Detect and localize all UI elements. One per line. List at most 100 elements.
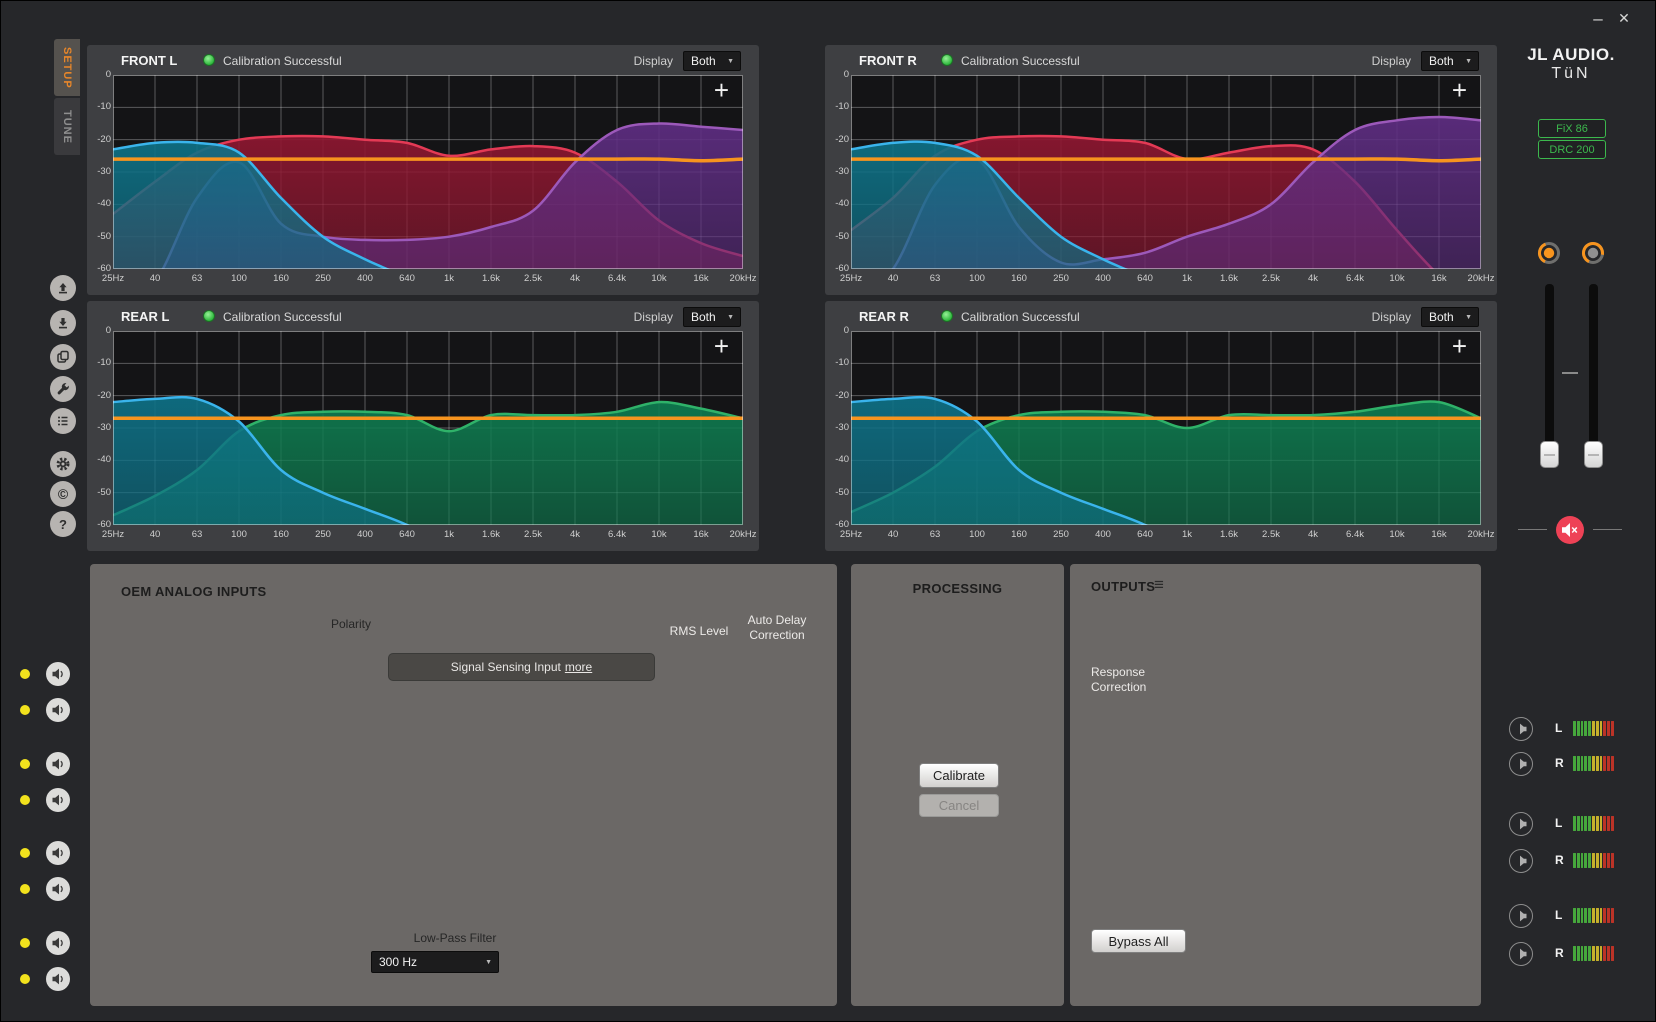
- output-monitor-speaker-icon-5[interactable]: [1509, 904, 1533, 928]
- output-monitor-speaker-icon-3[interactable]: [1509, 812, 1533, 836]
- series-target-line: [113, 159, 743, 161]
- signal-sensing-button[interactable]: Signal Sensing Input more: [388, 653, 655, 681]
- output-monitor-speaker-icon-1[interactable]: [1509, 717, 1533, 741]
- minimize-button[interactable]: –: [1587, 9, 1609, 29]
- x-axis-tick-label: 6.4k: [608, 529, 626, 540]
- x-axis-tick-label: 10k: [1389, 529, 1404, 540]
- x-axis-tick-label: 16k: [1431, 273, 1446, 284]
- input-7-monitor-speaker-icon[interactable]: [46, 931, 70, 955]
- input-3-monitor-speaker-icon[interactable]: [46, 752, 70, 776]
- x-axis-tick-label: 40: [150, 273, 161, 284]
- x-axis-tick-label: 4k: [1308, 529, 1318, 540]
- input-5-monitor-speaker-icon[interactable]: [46, 841, 70, 865]
- y-axis-tick-label: -10: [89, 101, 111, 112]
- input-4-monitor-speaker-icon[interactable]: [46, 788, 70, 812]
- input-5-active-dot: [20, 848, 30, 858]
- left-level-knob[interactable]: [1536, 240, 1562, 271]
- display-mode-dropdown[interactable]: Both ▼: [1421, 51, 1479, 71]
- input-1-monitor-speaker-icon[interactable]: [46, 662, 70, 686]
- x-axis-tick-label: 100: [231, 273, 247, 284]
- auto-delay-header: Auto DelayCorrection: [727, 613, 827, 643]
- settings-icon[interactable]: [50, 451, 76, 477]
- response-plot: +: [113, 75, 743, 269]
- processing-panel-title: PROCESSING: [851, 581, 1064, 596]
- x-axis-tick-label: 1.6k: [1220, 529, 1238, 540]
- open-file-icon[interactable]: [50, 275, 76, 301]
- x-axis-tick-label: 100: [231, 529, 247, 540]
- input-6-monitor-speaker-icon[interactable]: [46, 877, 70, 901]
- cancel-button[interactable]: Cancel: [919, 794, 999, 817]
- calibrate-button[interactable]: Calibrate: [919, 763, 999, 788]
- y-axis-tick-label: -30: [827, 422, 849, 433]
- x-axis-tick-label: 40: [888, 273, 899, 284]
- display-mode-dropdown[interactable]: Both ▼: [1421, 307, 1479, 327]
- copy-icon[interactable]: [50, 344, 76, 370]
- display-mode-value: Both: [1429, 54, 1454, 68]
- x-axis-tick-label: 6.4k: [1346, 529, 1364, 540]
- y-axis-tick-label: -30: [89, 166, 111, 177]
- chevron-down-icon: ▼: [1465, 58, 1472, 65]
- y-axis-tick-label: -30: [89, 422, 111, 433]
- tab-setup[interactable]: SETUP: [54, 39, 80, 96]
- tab-tune-label: TUNE: [61, 110, 73, 144]
- x-axis-tick-label: 1k: [444, 529, 454, 540]
- x-axis-tick-label: 40: [888, 529, 899, 540]
- slider-center-tick: [1562, 372, 1578, 374]
- chart-zoom-button[interactable]: +: [1452, 75, 1467, 105]
- x-axis-tick-label: 2.5k: [524, 529, 542, 540]
- input-2-monitor-speaker-icon[interactable]: [46, 698, 70, 722]
- meter-label-3: L: [1555, 816, 1562, 830]
- chevron-down-icon: ▼: [727, 58, 734, 65]
- y-axis-tick-label: -50: [827, 487, 849, 498]
- input-4-active-dot: [20, 795, 30, 805]
- chart-zoom-button[interactable]: +: [714, 75, 729, 105]
- mute-button[interactable]: [1556, 516, 1584, 544]
- level-meter-2: [1573, 756, 1614, 771]
- right-volume-slider-handle[interactable]: [1584, 441, 1603, 468]
- bypass-all-button[interactable]: Bypass All: [1091, 929, 1186, 953]
- tools-icon[interactable]: [50, 376, 76, 402]
- calibration-status-text: Calibration Successful: [223, 310, 342, 324]
- outputs-menu-icon[interactable]: ≡: [1154, 575, 1164, 595]
- y-axis-tick-label: -50: [827, 231, 849, 242]
- y-axis-tick-label: -10: [89, 357, 111, 368]
- signal-sensing-more-link[interactable]: more: [565, 660, 592, 674]
- help-icon[interactable]: ?: [50, 511, 76, 537]
- x-axis-tick-label: 16k: [693, 273, 708, 284]
- output-monitor-speaker-icon-2[interactable]: [1509, 752, 1533, 776]
- output-monitor-speaker-icon-4[interactable]: [1509, 849, 1533, 873]
- x-axis-tick-label: 4k: [570, 273, 580, 284]
- chart-zoom-button[interactable]: +: [714, 331, 729, 361]
- chart-zoom-button[interactable]: +: [1452, 331, 1467, 361]
- input-8-active-dot: [20, 974, 30, 984]
- level-meter-6: [1573, 946, 1614, 961]
- calibration-status-text: Calibration Successful: [961, 54, 1080, 68]
- x-axis-tick-label: 400: [1095, 273, 1111, 284]
- x-axis-tick-label: 640: [1137, 273, 1153, 284]
- save-file-icon[interactable]: [50, 310, 76, 336]
- tab-tune[interactable]: TUNE: [54, 98, 80, 155]
- display-mode-dropdown[interactable]: Both ▼: [683, 307, 741, 327]
- y-axis-tick-label: 0: [827, 69, 849, 80]
- x-axis-tick-label: 4k: [1308, 273, 1318, 284]
- output-monitor-speaker-icon-6[interactable]: [1509, 942, 1533, 966]
- input-lpf-value: 300 Hz: [379, 955, 417, 969]
- close-button[interactable]: ✕: [1613, 10, 1635, 30]
- x-axis-tick-label: 63: [930, 273, 941, 284]
- mute-divider-right: [1593, 529, 1622, 530]
- brand-logo: JL AUDIO.: [1491, 45, 1651, 65]
- display-label: Display: [1372, 310, 1411, 324]
- tab-setup-label: SETUP: [61, 47, 73, 89]
- copyright-icon[interactable]: ©: [50, 481, 76, 507]
- y-axis-tick-label: -20: [827, 390, 849, 401]
- x-axis-tick-label: 63: [192, 529, 203, 540]
- display-mode-dropdown[interactable]: Both ▼: [683, 51, 741, 71]
- input-lpf-dropdown[interactable]: 300 Hz ▼: [371, 951, 499, 973]
- x-axis-tick-label: 4k: [570, 529, 580, 540]
- right-level-knob[interactable]: [1580, 240, 1606, 271]
- left-volume-slider-handle[interactable]: [1540, 441, 1559, 468]
- input-8-monitor-speaker-icon[interactable]: [46, 967, 70, 991]
- list-icon[interactable]: [50, 408, 76, 434]
- chart-title: REAR L: [121, 309, 169, 324]
- display-label: Display: [634, 54, 673, 68]
